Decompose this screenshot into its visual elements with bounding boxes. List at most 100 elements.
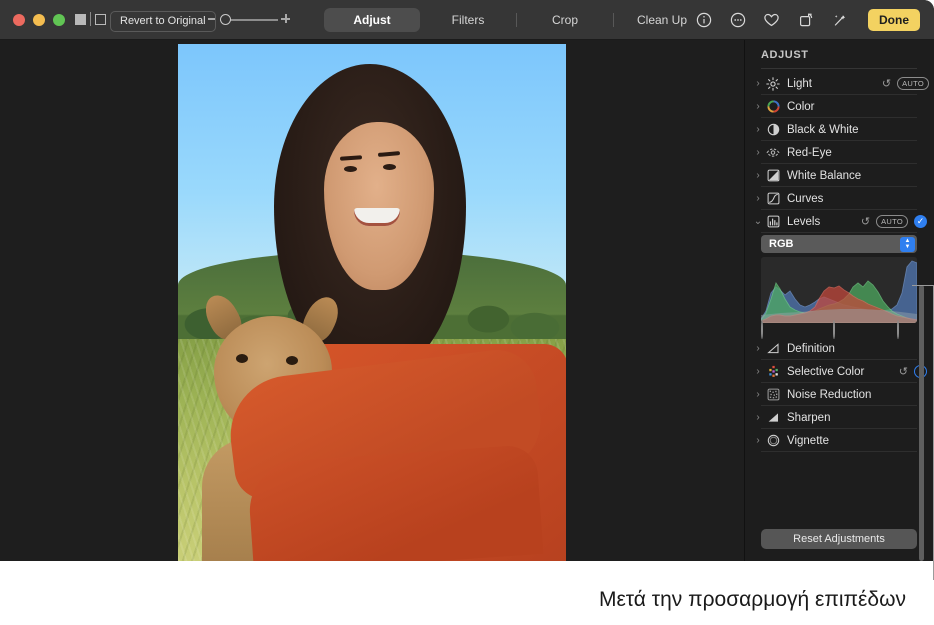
sidebar-item-levels[interactable]: ⌄ Levels ↺ AUTO ✓ [745,210,934,233]
compare-view-toggle[interactable] [75,12,106,26]
color-wheel-icon [765,99,781,115]
noise-reduction-icon [765,387,781,403]
reset-icon[interactable]: ↺ [882,77,891,90]
zoom-in-icon[interactable] [281,14,290,23]
sidebar-item-label: White Balance [787,170,934,182]
photos-editor-window: Revert to Original Adjust Filters Crop C… [0,0,934,561]
sidebar-item-white-balance[interactable]: › White Balance [745,164,934,187]
toolbar-right-actions: Done [695,8,920,32]
more-options-icon[interactable] [729,12,746,29]
sidebar-item-noise-reduction[interactable]: › Noise Redu [745,383,934,406]
chevron-right-icon[interactable]: › [753,78,763,89]
sharpen-icon [765,410,781,426]
image-canvas[interactable] [0,40,744,561]
chevron-right-icon[interactable]: › [753,193,763,204]
sidebar-item-selective-color[interactable]: › Selective Color ↺ [745,360,934,383]
chevron-right-icon[interactable]: › [753,389,763,400]
levels-slider-track[interactable] [761,321,917,335]
callout-bracket [912,285,934,580]
photo-eye-left [344,166,357,172]
chevron-right-icon[interactable]: › [753,124,763,135]
window-toolbar: Revert to Original Adjust Filters Crop C… [0,0,934,40]
black-white-icon [765,122,781,138]
info-icon[interactable] [695,12,712,29]
selective-color-icon [765,364,781,380]
midpoint-handle[interactable] [833,321,842,332]
tab-adjust[interactable]: Adjust [324,8,420,32]
edited-photo[interactable] [178,44,566,561]
maximize-window-button[interactable] [53,14,65,26]
light-icon [765,76,781,92]
white-point-handle[interactable] [897,321,906,332]
sidebar-item-color[interactable]: › Color [745,95,934,118]
rotate-icon[interactable] [797,12,814,29]
photo-eye-right [383,164,396,170]
zoom-slider[interactable] [208,12,290,28]
figure-caption: Μετά την προσαρμογή επιπέδων [0,588,920,612]
red-eye-icon [765,145,781,161]
chevron-right-icon[interactable]: › [753,343,763,354]
chevron-right-icon[interactable]: › [753,366,763,377]
split-view-icon [95,14,106,25]
chevron-right-icon[interactable]: › [753,147,763,158]
chevron-down-icon[interactable]: ⌄ [753,216,763,227]
editor-mode-tabs: Adjust Filters Crop Clean Up [324,8,710,32]
chevron-right-icon[interactable]: › [753,412,763,423]
sidebar-item-label: Red-Eye [787,147,934,159]
auto-button[interactable]: AUTO [897,77,929,90]
levels-channel-select[interactable]: RGB ▲▼ [761,235,917,253]
chevron-right-icon[interactable]: › [753,101,763,112]
enhance-wand-icon[interactable] [831,12,848,29]
sidebar-item-label: Color [787,101,934,113]
zoom-out-icon[interactable] [208,18,215,20]
adjustment-list: › Light ↺ AUTO › [745,72,934,452]
photo-subject-smile [354,208,400,226]
photo-arm-lower [247,444,544,561]
white-balance-icon [765,168,781,184]
auto-button[interactable]: AUTO [876,215,908,228]
reset-icon[interactable]: ↺ [899,365,908,378]
sidebar-item-label: Selective Color [787,366,899,378]
sidebar-item-red-eye[interactable]: › Red-Eye [745,141,934,164]
single-view-icon [75,14,86,25]
revert-to-original-button[interactable]: Revert to Original [110,11,216,32]
toggle-divider [90,12,91,26]
sidebar-item-black-and-white[interactable]: › Black & White [745,118,934,141]
reset-icon[interactable]: ↺ [861,215,870,228]
vignette-icon [765,433,781,449]
levels-icon [765,214,781,230]
traffic-light-buttons [13,14,65,26]
done-button[interactable]: Done [868,9,920,31]
chevron-right-icon[interactable]: › [753,435,763,446]
screenshot-root: Revert to Original Adjust Filters Crop C… [0,0,934,625]
levels-panel: RGB ▲▼ [745,233,934,337]
favorite-heart-icon[interactable] [763,12,780,29]
black-point-handle[interactable] [761,321,770,332]
close-window-button[interactable] [13,14,25,26]
sidebar-header: ADJUST [761,49,809,61]
curves-icon [765,191,781,207]
levels-histogram [761,257,917,323]
sidebar-item-label: Curves [787,193,934,205]
sidebar-header-rule [761,68,917,69]
chevron-updown-icon[interactable]: ▲▼ [900,237,915,252]
sidebar-item-label: Light [787,78,882,90]
photo-dog-eye-right [286,356,298,365]
zoom-slider-knob[interactable] [220,14,231,25]
tab-filters[interactable]: Filters [420,8,516,32]
definition-icon [765,341,781,357]
sidebar-item-sharpen[interactable]: › Sharpen [745,406,934,429]
levels-channel-value: RGB [769,238,900,250]
minimize-window-button[interactable] [33,14,45,26]
sidebar-item-vignette[interactable]: › Vignette [745,429,934,452]
sidebar-item-definition[interactable]: › Definition [745,337,934,360]
photo-dog-eye-left [236,354,248,363]
sidebar-item-label: Levels [787,216,861,228]
sidebar-item-light[interactable]: › Light ↺ AUTO [745,72,934,95]
tab-crop[interactable]: Crop [517,8,613,32]
chevron-right-icon[interactable]: › [753,170,763,181]
adjust-sidebar: ADJUST › Light ↺ [744,40,934,561]
sidebar-item-curves[interactable]: › Curves [745,187,934,210]
sidebar-item-label: Black & White [787,124,934,136]
reset-adjustments-button[interactable]: Reset Adjustments [761,529,917,549]
